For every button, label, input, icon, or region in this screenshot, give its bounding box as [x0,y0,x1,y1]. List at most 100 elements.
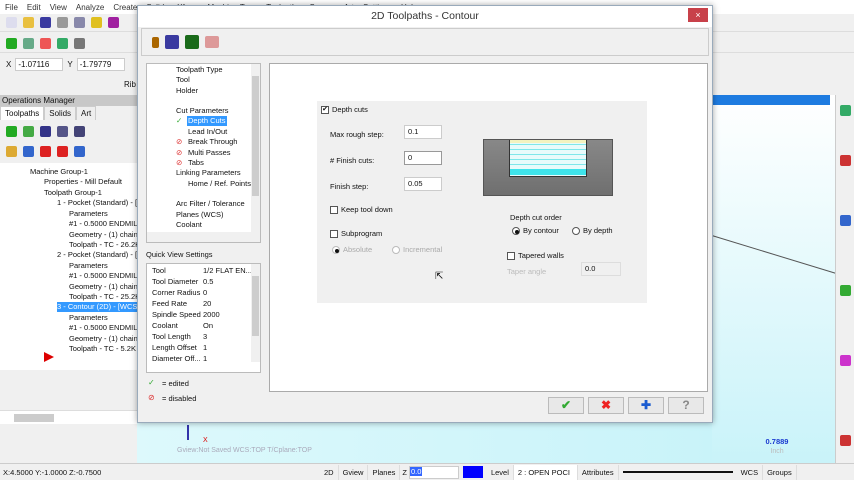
gview-button[interactable]: Gview [339,464,369,480]
verify-icon[interactable] [74,125,85,137]
color-swatch[interactable] [462,466,483,478]
print-icon[interactable] [57,17,68,28]
insert-arrow-icon[interactable] [44,352,54,362]
nav-coolant[interactable]: Coolant [176,220,202,230]
line-icon[interactable] [23,38,34,49]
graphics-viewport-bottom[interactable]: X Gview:Not Saved WCS:TOP T/Cplane:TOP [137,423,712,463]
select-dirty-icon[interactable] [23,125,34,137]
menu-file[interactable]: File [5,3,18,12]
by-contour-radio[interactable]: By contour [512,226,559,236]
nav-tool[interactable]: Tool [176,75,190,85]
cup-icon[interactable] [91,17,102,28]
scroll-icon[interactable] [74,145,85,157]
attributes-button[interactable]: Attributes [578,464,619,480]
absolute-radio[interactable]: Absolute [332,245,372,255]
nav-home-ref-points[interactable]: Home / Ref. Points [188,179,251,189]
tab-solids[interactable]: Solids [44,106,77,120]
nav-cut-parameters[interactable]: Cut Parameters [176,106,229,116]
menu-create[interactable]: Create [113,3,137,12]
nav-multi-passes[interactable]: Multi Passes [188,148,231,158]
fillet-icon[interactable] [74,38,85,49]
lock-icon[interactable] [6,145,17,157]
tree-item[interactable]: Parameters [69,313,108,323]
save-to-library-icon[interactable] [185,35,199,49]
rectangle-icon[interactable] [57,38,68,49]
tree-item[interactable]: Geometry - (1) chain [69,282,138,292]
plus-icon[interactable] [840,285,851,296]
tapered-walls-checkbox[interactable]: Tapered walls [507,251,564,261]
close-button[interactable]: × [688,8,708,22]
help-button[interactable]: ? [668,397,704,414]
tree-item[interactable]: #1 - 0.5000 ENDMILL [69,219,142,229]
graphics-viewport[interactable]: 0.7889 Inch [711,95,846,463]
tab-toolpaths[interactable]: Toolpaths [0,106,45,120]
x-coordinate-input[interactable]: -1.07116 [15,58,64,71]
planes-button[interactable]: Planes [368,464,401,480]
backplot-icon[interactable] [57,125,68,137]
move-down-icon[interactable] [40,145,51,157]
wcs-button[interactable]: WCS [737,464,764,480]
nav-planes[interactable]: Planes (WCS) [176,210,224,220]
tree-item[interactable]: #1 - 0.5000 ENDMILL [69,323,142,333]
nav-depth-cuts[interactable]: Depth Cuts [187,116,227,126]
nav-vertical-scrollbar[interactable] [251,64,260,232]
shade-icon[interactable] [840,155,851,166]
nav-holder[interactable]: Holder [176,86,198,96]
save-icon[interactable] [165,35,179,49]
delete-icon[interactable] [205,36,219,48]
groups-button[interactable]: Groups [763,464,797,480]
tree-item[interactable]: Machine Group-1 [30,167,88,177]
2d-toggle[interactable]: 2D [320,464,339,480]
point-icon[interactable] [6,38,17,49]
ok-button[interactable]: ✔ [548,397,584,414]
tree-item-selected[interactable]: 3 - Contour (2D) - [WCS [57,302,138,312]
nav-break-through[interactable]: Break Through [188,137,237,147]
tree-item[interactable]: 2 - Pocket (Standard) - [W [57,250,144,260]
menu-edit[interactable]: Edit [27,3,41,12]
toggle-icon[interactable] [23,145,34,157]
finish-step-input[interactable]: 0.05 [404,177,442,191]
select-all-icon[interactable] [6,125,17,137]
nav-linking-parameters[interactable]: Linking Parameters [176,168,241,178]
save-icon[interactable] [40,17,51,28]
nav-tabs[interactable]: Tabs [188,158,204,168]
preview-icon[interactable] [74,17,85,28]
tree-item[interactable]: Toolpath - TC - 25.2K [69,292,140,302]
tree-item[interactable]: Parameters [69,261,108,271]
palette-icon[interactable] [840,435,851,446]
menu-view[interactable]: View [50,3,67,12]
open-icon[interactable] [23,17,34,28]
depth-cuts-checkbox[interactable]: ✔ Depth cuts [321,105,368,115]
tree-item[interactable]: Toolpath Group-1 [44,188,102,198]
taper-angle-input[interactable]: 0.0 [581,262,621,276]
subprogram-checkbox[interactable]: Subprogram [330,229,382,239]
nav-lead-in-out[interactable]: Lead In/Out [188,127,227,137]
ops-horizontal-scrollbar[interactable] [0,410,137,424]
tab-art[interactable]: Art [76,106,97,120]
max-rough-input[interactable]: 0.1 [404,125,442,139]
sphere-icon[interactable] [840,215,851,226]
z-depth-input[interactable]: 0.0 [409,466,423,476]
tree-item[interactable]: Properties - Mill Default [44,177,122,187]
view-icon[interactable] [840,105,851,116]
tree-item[interactable]: #1 - 0.5000 ENDMILL [69,271,142,281]
finish-cuts-input[interactable]: 0 [404,151,442,165]
new-icon[interactable] [6,17,17,28]
tree-item[interactable]: Geometry - (1) chain [69,230,138,240]
incremental-radio[interactable]: Incremental [392,245,442,255]
level-select[interactable]: 2 : OPEN POCI [513,464,578,480]
nav-toolpath-type[interactable]: Toolpath Type [176,65,223,75]
tree-item[interactable]: Parameters [69,209,108,219]
arc-icon[interactable] [40,38,51,49]
line-style-select[interactable] [622,471,733,473]
tool-icon[interactable] [152,36,159,48]
y-coordinate-input[interactable]: -1.79779 [76,58,125,71]
by-depth-radio[interactable]: By depth [572,226,613,236]
cancel-button[interactable]: ✖ [588,397,624,414]
undo-icon[interactable] [108,17,119,28]
regen-icon[interactable] [40,125,51,137]
nav-horizontal-scrollbar[interactable] [147,232,260,242]
tree-item[interactable]: Toolpath - TC - 26.2K [69,240,140,250]
tree-item[interactable]: Geometry - (1) chain [69,334,138,344]
tree-item[interactable]: 1 - Pocket (Standard) - [W [57,198,144,208]
